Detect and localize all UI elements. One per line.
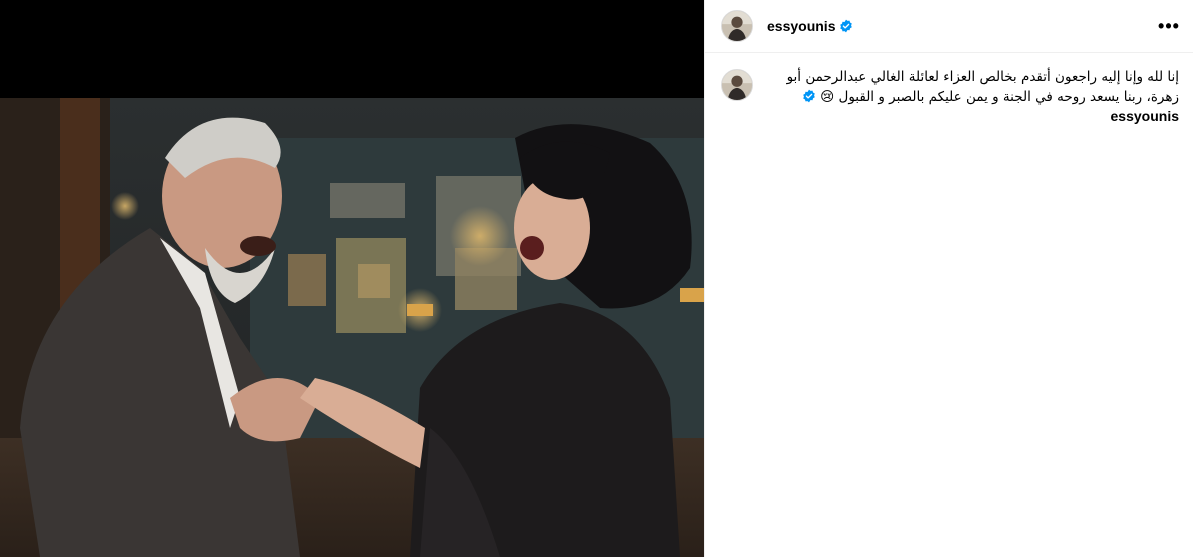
caption-comment: إنا لله وإنا إليه راجعون أتقدم بخالص الع… bbox=[705, 53, 1193, 126]
caption-text: إنا لله وإنا إليه راجعون أتقدم بخالص الع… bbox=[786, 69, 1179, 105]
verified-badge-icon bbox=[840, 19, 853, 33]
more-options-button[interactable]: ••• bbox=[1155, 12, 1183, 40]
verified-badge-icon bbox=[803, 89, 816, 103]
caption-username[interactable]: essyounis bbox=[1111, 108, 1179, 124]
more-options-icon: ••• bbox=[1158, 16, 1180, 36]
caption-body: إنا لله وإنا إليه راجعون أتقدم بخالص الع… bbox=[767, 67, 1179, 126]
post-header: essyounis ••• bbox=[705, 0, 1193, 53]
post-sidebar: essyounis ••• إنا لله وإنا إليه راجعون أ… bbox=[704, 0, 1193, 557]
post-media[interactable] bbox=[0, 0, 704, 557]
avatar[interactable] bbox=[721, 69, 753, 101]
avatar[interactable] bbox=[721, 10, 753, 42]
caption-text-wrap: إنا لله وإنا إليه راجعون أتقدم بخالص الع… bbox=[767, 67, 1179, 126]
post-photo bbox=[0, 98, 704, 557]
username[interactable]: essyounis bbox=[767, 18, 835, 34]
